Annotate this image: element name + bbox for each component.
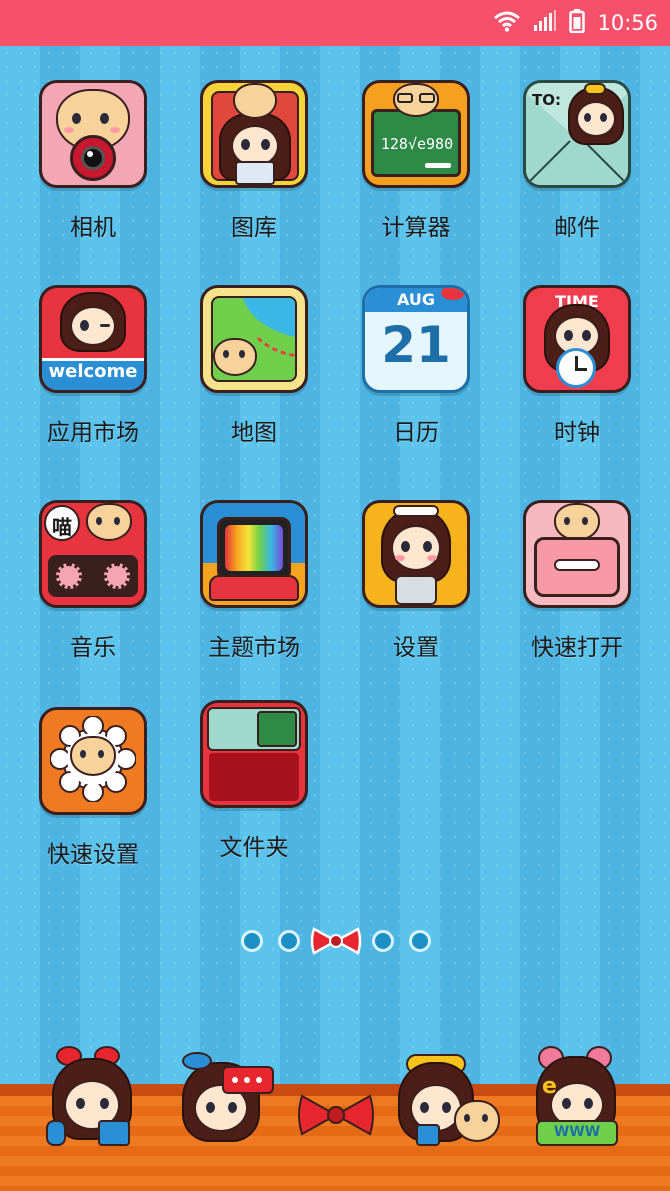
app-folder[interactable]: 文件夹 [174, 700, 334, 880]
dock-phone[interactable] [42, 1046, 142, 1156]
status-bar: 10:56 [0, 0, 670, 46]
calendar-icon: AUG 21 [362, 285, 470, 393]
dock-browser[interactable]: e WWW [530, 1046, 630, 1156]
quick-open-icon [523, 500, 631, 608]
page-dot-1[interactable] [241, 930, 263, 952]
battery-icon [569, 9, 586, 37]
browser-icon: e WWW [530, 1046, 630, 1156]
app-quick-open[interactable]: 快速打开 [497, 500, 657, 680]
calculator-icon: 128√e980 [362, 80, 470, 188]
app-gallery[interactable]: 图库 [174, 80, 334, 260]
app-settings[interactable]: 设置 [336, 500, 496, 680]
welcome-banner-text: welcome [48, 361, 138, 382]
messages-icon [178, 1046, 278, 1156]
bow-icon [296, 1092, 376, 1142]
camera-icon [39, 80, 147, 188]
calendar-day: 21 [381, 316, 451, 374]
quick-settings-icon [39, 707, 147, 815]
app-label: 图库 [231, 215, 277, 241]
app-label: 快速设置 [47, 842, 139, 868]
music-icon: 喵 [39, 500, 147, 608]
app-market[interactable]: welcome 应用市场 [13, 285, 173, 465]
wifi-icon [493, 10, 521, 36]
status-time: 10:56 [597, 11, 658, 35]
app-theme-market[interactable]: 主题市场 [174, 500, 334, 680]
app-label: 音乐 [70, 635, 116, 661]
page-dot-5[interactable] [409, 930, 431, 952]
app-map[interactable]: 地图 [174, 285, 334, 465]
app-label: 地图 [231, 420, 277, 446]
bow-icon[interactable] [310, 927, 362, 959]
folder-icon [200, 700, 308, 808]
app-quick-settings[interactable]: 快速设置 [13, 707, 173, 887]
page-dot-4[interactable] [372, 930, 394, 952]
page-dot-2[interactable] [278, 930, 300, 952]
app-clock[interactable]: TIME 时钟 [497, 285, 657, 465]
mail-envelope-text: TO: [532, 91, 561, 109]
phone-icon [42, 1046, 142, 1156]
app-market-icon: welcome [39, 285, 147, 393]
clock-icon: TIME [523, 285, 631, 393]
app-label: 计算器 [381, 215, 451, 241]
settings-icon [362, 500, 470, 608]
dock-contacts[interactable] [398, 1046, 500, 1156]
gallery-icon [200, 80, 308, 188]
map-icon [200, 285, 308, 393]
contacts-icon [398, 1046, 508, 1156]
signal-icon [533, 10, 557, 36]
app-label: 时钟 [554, 420, 600, 446]
app-label: 日历 [393, 420, 439, 446]
app-label: 应用市场 [47, 420, 139, 446]
app-label: 设置 [393, 635, 439, 661]
dock-bow[interactable] [296, 1092, 376, 1142]
theme-market-icon [200, 500, 308, 608]
app-music[interactable]: 喵 音乐 [13, 500, 173, 680]
dock-messages[interactable] [178, 1046, 278, 1156]
mail-icon: TO: [523, 80, 631, 188]
calculator-board-text: 128√e980 [380, 135, 454, 153]
app-mail[interactable]: TO: 邮件 [497, 80, 657, 260]
app-label: 快速打开 [531, 635, 623, 661]
browser-sign-text: WWW [553, 1124, 601, 1140]
music-badge-text: 喵 [52, 515, 72, 539]
app-label: 邮件 [554, 215, 600, 241]
app-camera[interactable]: 相机 [13, 80, 173, 260]
app-calculator[interactable]: 128√e980 计算器 [336, 80, 496, 260]
page-indicator [0, 927, 670, 955]
app-label: 相机 [70, 215, 116, 241]
app-label: 主题市场 [208, 635, 300, 661]
app-calendar[interactable]: AUG 21 日历 [336, 285, 496, 465]
app-label: 文件夹 [219, 835, 289, 861]
